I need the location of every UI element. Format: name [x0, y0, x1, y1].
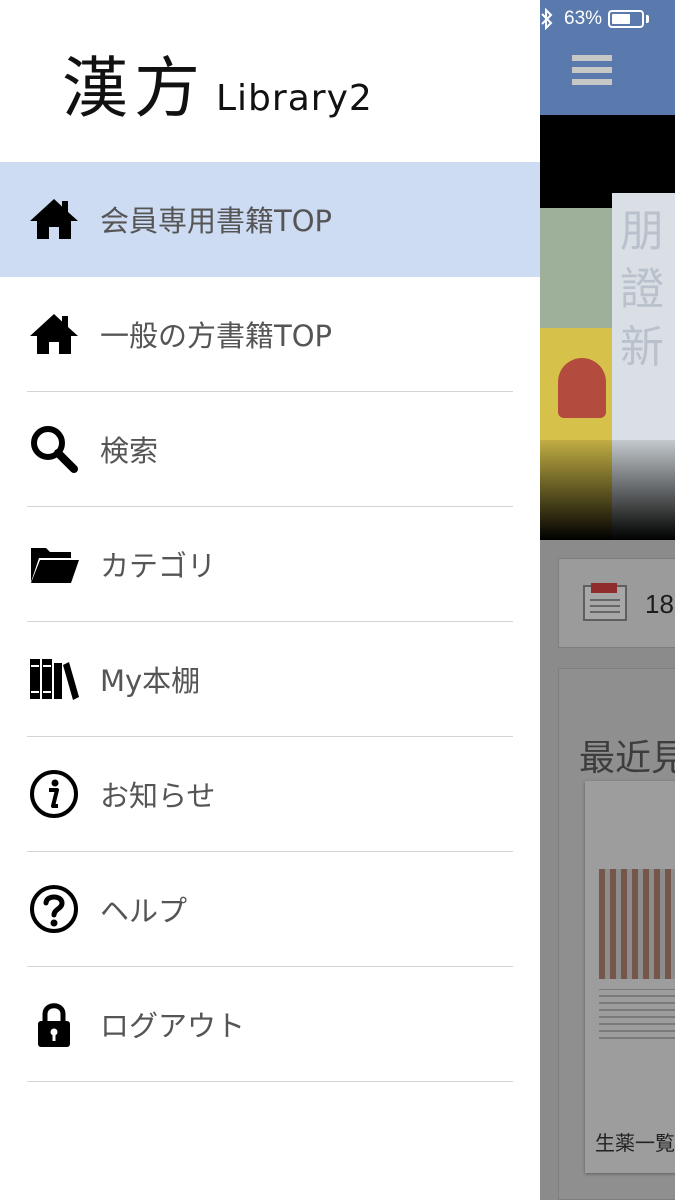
recently-viewed-title: 最近見 [579, 738, 675, 779]
home-icon [27, 307, 81, 361]
status-bar: 63% [540, 6, 650, 32]
app-header: 63% [540, 0, 675, 115]
menu-item-label: カテゴリ [100, 549, 217, 583]
home-icon [27, 192, 81, 246]
info-icon [27, 767, 81, 821]
logo-kanji: 漢方 [62, 50, 206, 127]
logo-latin: Library2 [216, 78, 373, 119]
battery-percent: 63% [564, 8, 603, 29]
bluetooth-icon [541, 8, 553, 30]
menu-item-label: ログアウト [100, 1009, 246, 1043]
menu-item-member-books-top[interactable]: 会員専用書籍TOP [0, 162, 540, 277]
app-logo: 漢方 Library2 [62, 38, 373, 128]
battery-icon [608, 10, 645, 28]
news-card[interactable]: 18 [558, 558, 675, 648]
menu-item-logout[interactable]: ログアウト [27, 967, 513, 1082]
menu-item-label: My本棚 [100, 664, 201, 698]
background-app: 63% 朋證新 18 最近見 生薬一覧 [540, 0, 675, 1200]
menu-item-notices[interactable]: お知らせ [27, 737, 513, 852]
folder-icon [27, 537, 81, 591]
news-count: 18 [645, 589, 674, 619]
navigation-drawer: 漢方 Library2 会員専用書籍TOP 一般の方書籍TOP 検索 カテゴリ … [0, 0, 540, 1200]
menu-item-category[interactable]: カテゴリ [27, 507, 513, 622]
help-icon [27, 882, 81, 936]
lock-icon [27, 997, 81, 1051]
menu-item-label: 会員専用書籍TOP [100, 204, 333, 238]
drawer-menu: 会員専用書籍TOP 一般の方書籍TOP 検索 カテゴリ My本棚 お知らせ ヘル… [0, 162, 540, 1082]
menu-item-general-books-top[interactable]: 一般の方書籍TOP [27, 277, 513, 392]
recently-viewed-card: 最近見 生薬一覧 [558, 668, 675, 1200]
recent-book-title: 生薬一覧 [595, 1131, 675, 1155]
featured-books-banner[interactable]: 朋證新 [540, 115, 675, 540]
menu-item-help[interactable]: ヘルプ [27, 852, 513, 967]
menu-item-my-bookshelf[interactable]: My本棚 [27, 622, 513, 737]
menu-item-label: お知らせ [100, 779, 216, 813]
menu-item-label: ヘルプ [100, 894, 188, 928]
recent-book-cover[interactable]: 生薬一覧 [585, 781, 675, 1173]
hamburger-icon[interactable] [572, 55, 612, 87]
search-icon [27, 422, 81, 476]
menu-item-label: 検索 [100, 434, 159, 468]
newspaper-icon [583, 583, 627, 621]
bookshelf-icon [27, 652, 81, 706]
menu-item-search[interactable]: 検索 [27, 392, 513, 507]
menu-item-label: 一般の方書籍TOP [100, 319, 333, 353]
